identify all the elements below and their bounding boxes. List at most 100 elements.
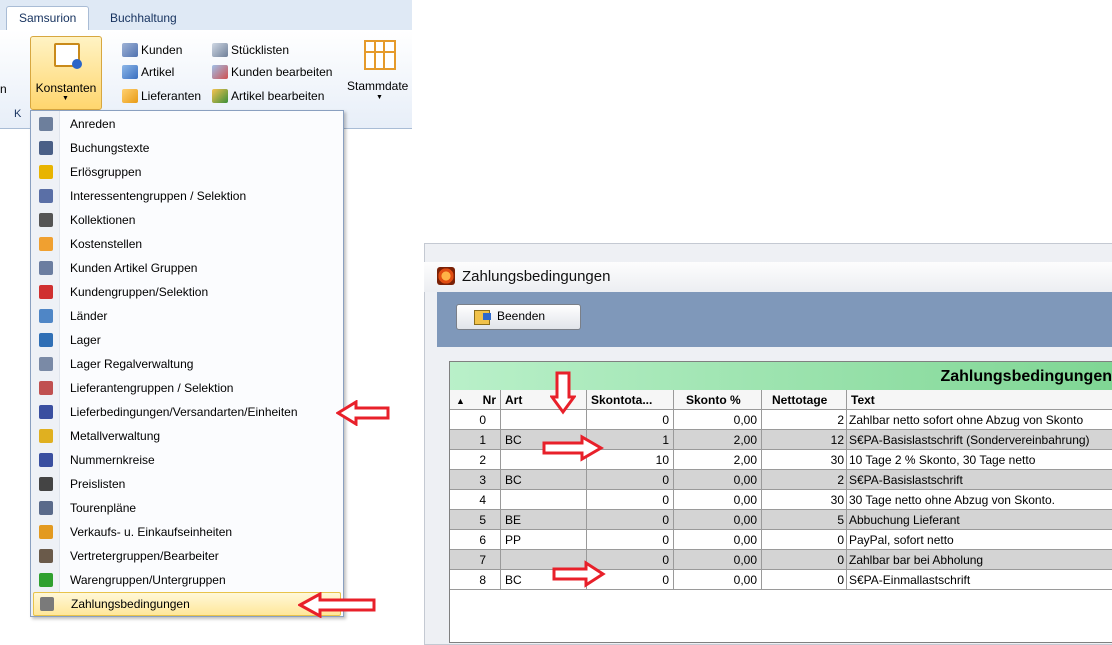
article-icon: [122, 65, 138, 79]
cell-nettotage: 0: [762, 570, 847, 590]
annotation-arrow-left: [298, 592, 378, 618]
suppliers-button-label: Lieferanten: [141, 89, 202, 103]
master-data-icon[interactable]: [364, 40, 396, 70]
cell-nr: 3: [450, 470, 501, 490]
close-button[interactable]: Beenden: [456, 304, 581, 330]
column-header-skontotage[interactable]: Skontota...: [587, 390, 674, 410]
cell-skonto-percent: 0,00: [674, 470, 762, 490]
menu-item-kollektionen[interactable]: Kollektionen: [33, 208, 339, 232]
cell-nr: 6: [450, 530, 501, 550]
people-icon: [39, 117, 53, 131]
edit-articles-button-label: Artikel bearbeiten: [231, 89, 325, 103]
table-row[interactable]: 4 0 0,00 30 30 Tage netto ohne Abzug von Sko…: [450, 490, 1112, 510]
menu-item-interessentengruppen-selektion[interactable]: Interessentengruppen / Selektion: [33, 184, 339, 208]
code-brackets-icon: [39, 453, 53, 467]
customers-button-label: Kunden: [141, 43, 183, 57]
units-icon: [39, 525, 53, 539]
payment-terms-icon: [40, 597, 54, 611]
chevron-down-icon: ▼: [62, 95, 69, 102]
menu-item-vertretergruppen-bearbeiter[interactable]: Vertretergruppen/Bearbeiter: [33, 544, 339, 568]
menu-item-lieferbedingungen-versandarten-einheiten[interactable]: Lieferbedingungen/Versandarten/Einheiten: [33, 400, 339, 424]
agent-icon: [39, 549, 53, 563]
list-icon: [39, 477, 53, 491]
cell-nettotage: 2: [762, 470, 847, 490]
menu-item-label: Länder: [70, 309, 108, 323]
cell-skonto-percent: 0,00: [674, 530, 762, 550]
menu-item-kostenstellen[interactable]: Kostenstellen: [33, 232, 339, 256]
annotation-arrow-right: [552, 560, 606, 588]
table-row[interactable]: 8 BC 0 0,00 0 S€PA-Einmallastschrift: [450, 570, 1112, 590]
ribbon-group-label: K: [14, 108, 22, 120]
edit-articles-button[interactable]: Artikel bearbeiten: [212, 86, 324, 106]
table-row[interactable]: 7 0 0,00 0 Zahlbar bar bei Abholung: [450, 550, 1112, 570]
cell-skontotage: 0: [587, 510, 674, 530]
cell-nr: 8: [450, 570, 501, 590]
bill-of-materials-icon: [212, 43, 228, 57]
edit-customers-icon: [212, 65, 228, 79]
cell-nettotage: 30: [762, 450, 847, 470]
column-header-nr[interactable]: ▲ Nr: [450, 390, 501, 410]
menu-item-label: Verkaufs- u. Einkaufseinheiten: [70, 525, 233, 539]
tab-buchhaltung[interactable]: Buchhaltung: [98, 7, 189, 30]
menu-item-label: Lager: [70, 333, 101, 347]
menu-item-erlösgruppen[interactable]: Erlösgruppen: [33, 160, 339, 184]
table-row[interactable]: 6 PP 0 0,00 0 PayPal, sofort netto: [450, 530, 1112, 550]
menu-item-metallverwaltung[interactable]: Metallverwaltung: [33, 424, 339, 448]
plus-icon: [39, 573, 53, 587]
column-header-nettotage[interactable]: Nettotage: [762, 390, 847, 410]
cell-text: PayPal, sofort netto: [847, 530, 1112, 550]
constants-menu: Anreden Buchungstexte Erlösgruppen Interess…: [30, 110, 344, 617]
shelf-icon: [39, 357, 53, 371]
landscape-icon: [39, 309, 53, 323]
table-row[interactable]: 3 BC 0 0,00 2 S€PA-Basislastschrift: [450, 470, 1112, 490]
menu-item-label: Kollektionen: [70, 213, 136, 227]
star-burst-icon: [39, 165, 53, 179]
article-button[interactable]: Artikel: [122, 62, 174, 82]
cell-skontotage: 0: [587, 470, 674, 490]
column-header-skonto-percent[interactable]: Skonto %: [674, 390, 762, 410]
menu-item-lieferantengruppen-selektion[interactable]: Lieferantengruppen / Selektion: [33, 376, 339, 400]
table-row[interactable]: 5 BE 0 0,00 5 Abbuchung Lieferant: [450, 510, 1112, 530]
suppliers-button[interactable]: Lieferanten: [122, 86, 201, 106]
window-title: Zahlungsbedingungen: [462, 268, 611, 285]
column-header-text[interactable]: Text: [847, 390, 1112, 410]
menu-item-warengruppen-untergruppen[interactable]: Warengruppen/Untergruppen: [33, 568, 339, 592]
bill-of-materials-button[interactable]: Stücklisten: [212, 40, 289, 60]
cell-text: 10 Tage 2 % Skonto, 30 Tage netto: [847, 450, 1112, 470]
tab-samsurion[interactable]: Samsurion: [6, 6, 90, 32]
constants-icon: [54, 43, 82, 69]
constants-button-label: Konstanten: [35, 81, 97, 95]
menu-item-länder[interactable]: Länder: [33, 304, 339, 328]
person-question-icon: [39, 189, 53, 203]
menu-item-tourenpläne[interactable]: Tourenpläne: [33, 496, 339, 520]
master-data-label[interactable]: Stammdate: [347, 79, 408, 93]
menu-item-zahlungsbedingungen[interactable]: Zahlungsbedingungen: [33, 592, 341, 616]
menu-item-label: Kunden Artikel Gruppen: [70, 261, 198, 275]
menu-item-lager[interactable]: Lager: [33, 328, 339, 352]
cell-skontotage: 0: [587, 410, 674, 430]
menu-item-nummernkreise[interactable]: Nummernkreise: [33, 448, 339, 472]
menu-item-preislisten[interactable]: Preislisten: [33, 472, 339, 496]
cell-text: 30 Tage netto ohne Abzug von Skonto.: [847, 490, 1112, 510]
edit-customers-button[interactable]: Kunden bearbeiten: [212, 62, 332, 82]
caret-up-icon: [39, 213, 53, 227]
cell-skontotage: 0: [587, 490, 674, 510]
menu-item-lager-regalverwaltung[interactable]: Lager Regalverwaltung: [33, 352, 339, 376]
menu-item-kunden-artikel-gruppen[interactable]: Kunden Artikel Gruppen: [33, 256, 339, 280]
menu-item-verkaufs-u-einkaufseinheiten[interactable]: Verkaufs- u. Einkaufseinheiten: [33, 520, 339, 544]
customers-button[interactable]: Kunden: [122, 40, 182, 60]
menu-item-label: Tourenpläne: [70, 501, 137, 515]
menu-item-label: Lieferantengruppen / Selektion: [70, 381, 234, 395]
constants-button[interactable]: Konstanten ▼: [30, 36, 102, 110]
menu-item-label: Lieferbedingungen/Versandarten/Einheiten: [70, 405, 298, 419]
cell-nettotage: 30: [762, 490, 847, 510]
menu-item-label: Nummernkreise: [70, 453, 155, 467]
box-icon: [39, 333, 53, 347]
menu-item-kundengruppen-selektion[interactable]: Kundengruppen/Selektion: [33, 280, 339, 304]
cell-text: S€PA-Einmallastschrift: [847, 570, 1112, 590]
menu-item-buchungstexte[interactable]: Buchungstexte: [33, 136, 339, 160]
sort-asc-icon: ▲: [456, 396, 465, 406]
menu-item-label: Kundengruppen/Selektion: [70, 285, 209, 299]
colored-people-icon: [39, 285, 53, 299]
menu-item-anreden[interactable]: Anreden: [33, 112, 339, 136]
